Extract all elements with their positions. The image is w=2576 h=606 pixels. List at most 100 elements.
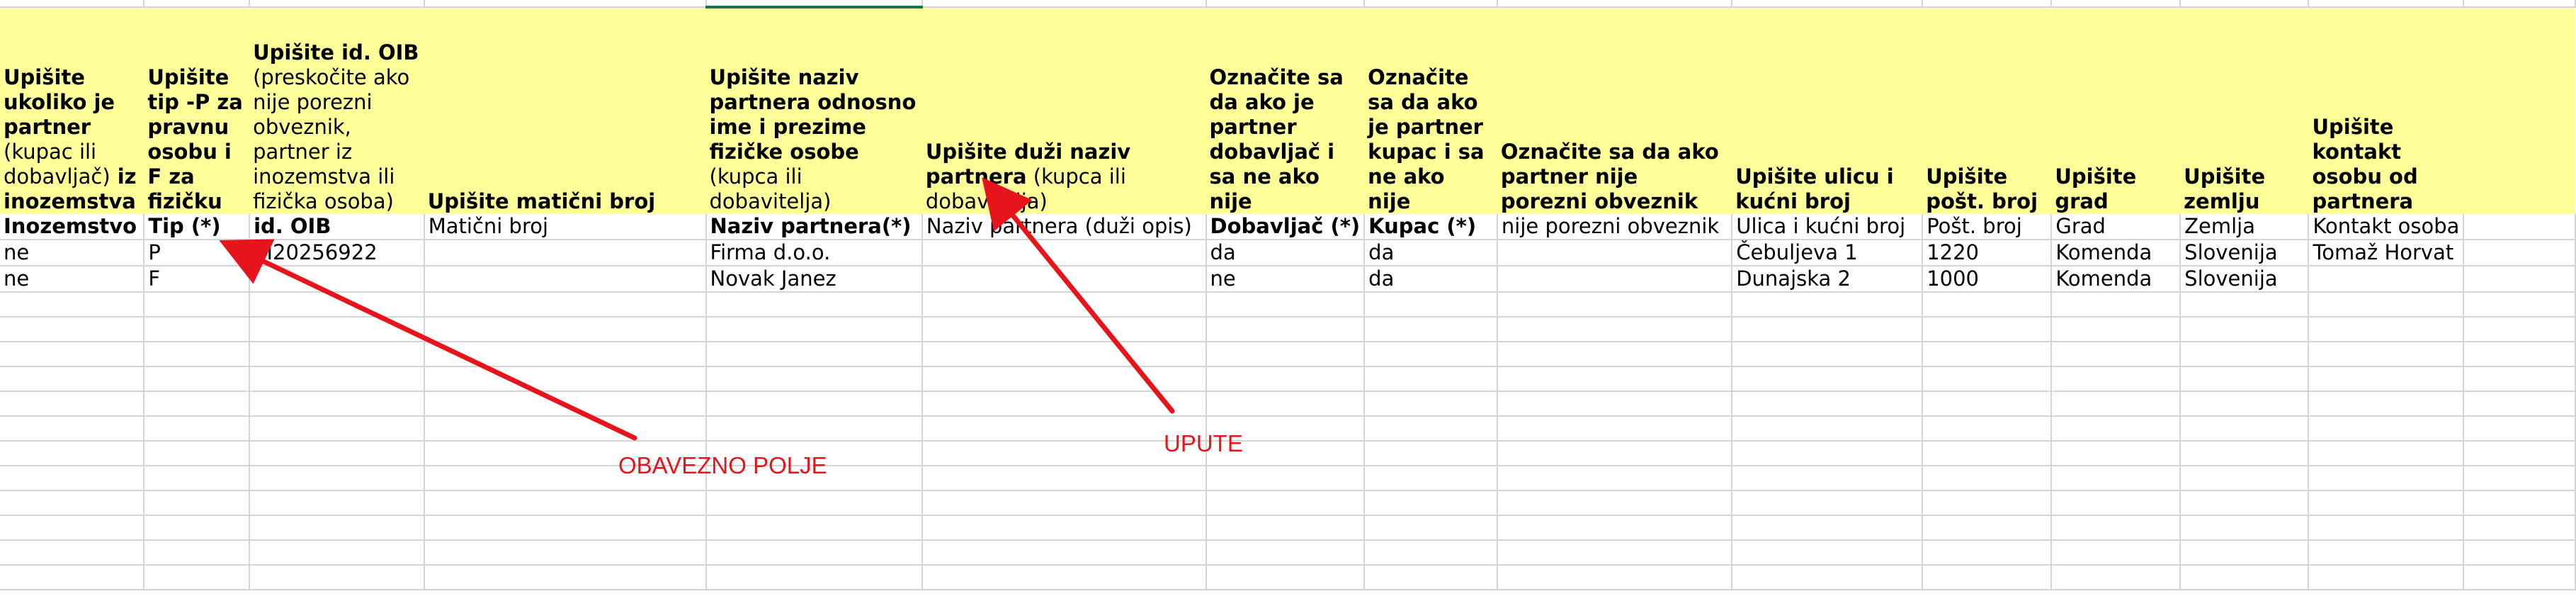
empty-cell[interactable]: [705, 292, 923, 318]
empty-cell[interactable]: [0, 366, 145, 392]
empty-cell[interactable]: [1497, 366, 1733, 392]
empty-cell[interactable]: [144, 515, 251, 541]
data-cell[interactable]: [424, 240, 707, 266]
empty-cell[interactable]: [2051, 391, 2181, 417]
empty-cell[interactable]: [1205, 391, 1366, 417]
empty-cell[interactable]: [144, 391, 251, 417]
empty-cell[interactable]: [705, 416, 923, 442]
empty-cell[interactable]: [1497, 490, 1733, 516]
empty-cell[interactable]: [1205, 292, 1366, 318]
empty-cell[interactable]: [1364, 292, 1498, 318]
empty-cell[interactable]: [1922, 466, 2053, 491]
data-cell[interactable]: [921, 266, 1207, 293]
empty-cell[interactable]: [1732, 490, 1924, 516]
empty-cell[interactable]: [2180, 292, 2310, 318]
data-cell[interactable]: Novak Janez: [705, 266, 923, 293]
label-cell-M[interactable]: Zemlja: [2180, 214, 2310, 240]
data-cell[interactable]: [424, 266, 707, 293]
label-cell-L[interactable]: Grad: [2051, 214, 2181, 240]
data-cell[interactable]: Komenda: [2051, 240, 2181, 266]
empty-cell[interactable]: [2463, 391, 2576, 417]
header-cell-K[interactable]: Upišite pošt. broj: [1922, 7, 2052, 214]
empty-cell[interactable]: [1497, 391, 1733, 417]
empty-cell[interactable]: [1497, 317, 1733, 342]
empty-cell[interactable]: [2051, 515, 2181, 541]
cell[interactable]: [424, 0, 707, 8]
empty-cell[interactable]: [2308, 490, 2465, 516]
empty-cell[interactable]: [921, 391, 1207, 417]
empty-cell[interactable]: [1732, 515, 1924, 541]
empty-cell[interactable]: [2051, 565, 2181, 590]
data-cell[interactable]: Firma d.o.o.: [705, 240, 923, 266]
empty-cell[interactable]: [705, 342, 923, 367]
header-cell-I[interactable]: Označite sa da ako partner nije porezni …: [1497, 7, 1732, 214]
empty-cell[interactable]: [1205, 540, 1366, 566]
label-cell-C[interactable]: id. OIB: [249, 214, 425, 240]
empty-cell[interactable]: [2051, 466, 2181, 491]
data-cell[interactable]: [2308, 266, 2465, 293]
empty-cell[interactable]: [1497, 466, 1733, 491]
cell[interactable]: [249, 0, 425, 8]
empty-cell[interactable]: [921, 292, 1207, 318]
empty-cell[interactable]: [705, 317, 923, 342]
cell[interactable]: [0, 0, 145, 8]
empty-cell[interactable]: [1205, 366, 1366, 392]
empty-cell[interactable]: [2463, 515, 2576, 541]
cell[interactable]: [2463, 0, 2576, 8]
empty-cell[interactable]: [1732, 565, 1924, 590]
data-cell[interactable]: ne: [1205, 266, 1366, 293]
empty-cell[interactable]: [1732, 292, 1924, 318]
empty-cell[interactable]: [249, 565, 425, 590]
empty-cell[interactable]: [2308, 540, 2465, 566]
header-cell-H[interactable]: Označite sa da ako je partner kupac i sa…: [1364, 7, 1497, 214]
empty-cell[interactable]: [1497, 540, 1733, 566]
empty-cell[interactable]: [1205, 565, 1366, 590]
empty-cell[interactable]: [1732, 317, 1924, 342]
empty-cell[interactable]: [921, 466, 1207, 491]
cell[interactable]: [144, 0, 251, 8]
empty-cell[interactable]: [1922, 416, 2053, 442]
empty-cell[interactable]: [2180, 366, 2310, 392]
empty-cell[interactable]: [144, 342, 251, 367]
cell[interactable]: [2051, 0, 2181, 8]
data-cell[interactable]: ne: [0, 266, 145, 293]
empty-cell[interactable]: [2463, 565, 2576, 590]
label-cell-E[interactable]: Naziv partnera(*): [705, 214, 923, 240]
empty-cell[interactable]: [2180, 441, 2310, 466]
cell[interactable]: [921, 0, 1207, 8]
empty-cell[interactable]: [1364, 515, 1498, 541]
empty-cell[interactable]: [1364, 391, 1498, 417]
empty-cell[interactable]: [0, 342, 145, 367]
empty-cell[interactable]: [2463, 441, 2576, 466]
empty-cell[interactable]: [1364, 466, 1498, 491]
empty-cell[interactable]: [0, 515, 145, 541]
data-cell[interactable]: [1497, 266, 1733, 293]
empty-cell[interactable]: [2180, 515, 2310, 541]
data-cell[interactable]: da: [1364, 266, 1498, 293]
empty-cell[interactable]: [249, 366, 425, 392]
empty-cell[interactable]: [2308, 515, 2465, 541]
empty-cell[interactable]: [1364, 416, 1498, 442]
empty-cell[interactable]: [1205, 515, 1366, 541]
empty-cell[interactable]: [921, 366, 1207, 392]
empty-cell[interactable]: [424, 342, 707, 367]
data-cell[interactable]: Slovenija: [2180, 240, 2310, 266]
empty-cell[interactable]: [2180, 342, 2310, 367]
cell[interactable]: [705, 0, 923, 9]
data-cell[interactable]: 1000: [1922, 266, 2053, 293]
empty-cell[interactable]: [144, 416, 251, 442]
cell[interactable]: [1205, 0, 1366, 8]
empty-cell[interactable]: [249, 391, 425, 417]
data-cell[interactable]: da: [1205, 240, 1366, 266]
empty-cell[interactable]: [2463, 292, 2576, 318]
empty-cell[interactable]: [1497, 515, 1733, 541]
empty-cell[interactable]: [144, 565, 251, 590]
empty-cell[interactable]: [1922, 515, 2053, 541]
empty-cell[interactable]: [424, 292, 707, 318]
empty-cell[interactable]: [424, 490, 707, 516]
data-cell[interactable]: [2463, 266, 2576, 293]
empty-cell[interactable]: [1497, 342, 1733, 367]
header-cell-A[interactable]: Upišite ukoliko je partner (kupac ili do…: [0, 7, 144, 214]
empty-cell[interactable]: [1732, 540, 1924, 566]
empty-cell[interactable]: [2180, 416, 2310, 442]
